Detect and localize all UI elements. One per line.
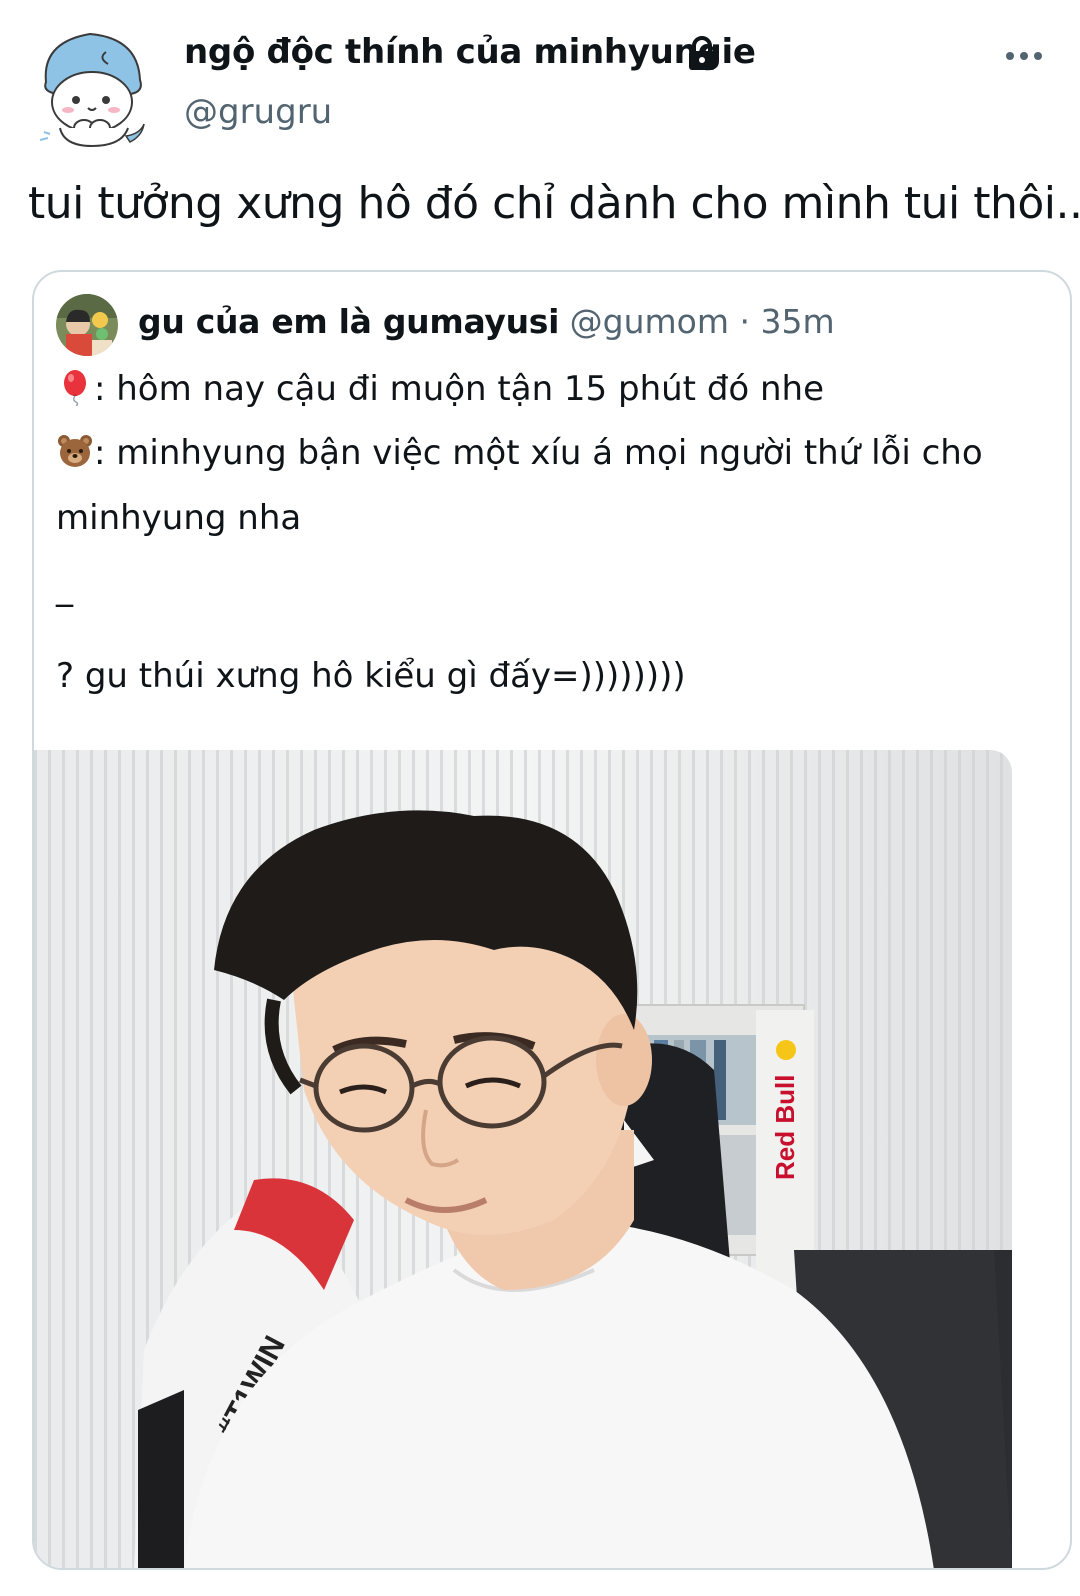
tweet-text: tui tưởng xưng hô đó chỉ dành cho mình t… — [28, 178, 1080, 229]
quoted-line-4: _ — [56, 568, 73, 608]
balloon-emoji — [56, 368, 94, 407]
lock-icon — [684, 36, 720, 72]
bear-emoji — [56, 432, 94, 470]
more-icon[interactable] — [1004, 46, 1044, 66]
quoted-photo[interactable]: Red Bull #T1WIN — [34, 750, 1012, 1568]
quoted-timestamp[interactable]: 35m — [761, 302, 835, 341]
quoted-line-1-text: : hôm nay cậu đi muộn tận 15 phút đó nhe — [94, 369, 825, 409]
quoted-display-name[interactable]: gu của em là gumayusi — [138, 302, 559, 341]
quoted-header: gu của em là gumayusi @gumom · 35m — [138, 302, 835, 341]
author-avatar[interactable] — [34, 24, 152, 148]
quoted-handle[interactable]: @gumom — [570, 302, 729, 341]
quoted-handle-text: @gumom — [569, 302, 730, 341]
quoted-line-5: ? gu thúi xưng hô kiểu gì đấy=)))))))) — [56, 656, 686, 696]
author-handle[interactable]: @grugru — [184, 92, 332, 132]
quoted-author-avatar[interactable] — [56, 294, 118, 356]
sponsor-text: Red Bull — [770, 1075, 800, 1180]
quoted-line-2-text: : minhyung bận việc một xíu á mọi người … — [94, 433, 983, 473]
quoted-line-1: : hôm nay cậu đi muộn tận 15 phút đó nhe — [56, 368, 824, 409]
quoted-line-2: : minhyung bận việc một xíu á mọi người … — [56, 432, 983, 473]
quoted-line-3: minhyung nha — [56, 498, 302, 538]
author-display-name[interactable]: ngộ độc thính của minhyungie — [184, 32, 756, 72]
meta-separator: · — [729, 302, 761, 341]
quoted-tweet-card[interactable]: gu của em là gumayusi @gumom · 35m : hôm… — [32, 270, 1072, 1570]
